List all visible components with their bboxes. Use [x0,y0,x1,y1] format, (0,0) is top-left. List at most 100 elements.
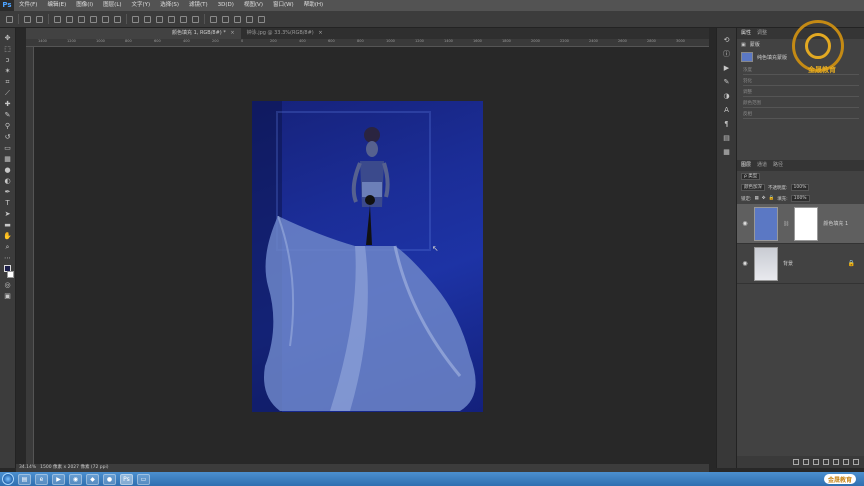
layer-background[interactable]: ◉ 背景 🔒 [737,244,864,284]
align-right-icon[interactable] [114,15,121,23]
screen-mode-icon[interactable]: ▣ [4,292,12,300]
distribute-left-icon[interactable] [168,15,175,23]
paragraph-icon[interactable]: ¶ [723,120,731,128]
eraser-icon[interactable]: ▭ [4,144,12,152]
distribute-bottom-icon[interactable] [156,15,163,23]
distribute-right-icon[interactable] [192,15,199,23]
start-button[interactable] [2,473,14,485]
zoom-icon[interactable]: ⌕ [4,243,12,251]
clone-stamp-icon[interactable]: ⚲ [4,122,12,130]
distribute-middle-icon[interactable] [144,15,151,23]
auto-select-checkbox[interactable] [24,15,31,23]
link-layers-icon[interactable] [793,459,799,465]
healing-brush-icon[interactable]: ✚ [4,100,12,108]
eye-icon[interactable]: ◉ [741,220,749,227]
chrome-icon[interactable]: ◉ [69,473,82,485]
magic-wand-icon[interactable]: ✶ [4,67,12,75]
character-icon[interactable]: A [723,106,731,114]
layer-name[interactable]: 颜色填充 1 [823,220,848,227]
swatches-icon[interactable]: ▦ [723,148,731,156]
layer-filter-select[interactable]: ρ 类型 [741,173,761,180]
path-selection-icon[interactable]: ➤ [4,210,12,218]
eye-icon[interactable]: ◉ [741,260,749,267]
recorder-icon[interactable]: ● [103,473,116,485]
info-icon[interactable]: ⓘ [723,50,731,58]
navigator-icon[interactable]: ▤ [723,134,731,142]
feather-field[interactable]: 羽化 [743,78,859,86]
browser-icon[interactable]: e [35,473,48,485]
align-center-icon[interactable] [102,15,109,23]
blend-mode-select[interactable]: 颜色加深 [741,184,765,191]
explorer-icon[interactable]: ▤ [18,473,31,485]
new-layer-icon[interactable] [843,459,849,465]
move-tool-icon[interactable] [6,15,13,23]
layer-mask-thumbnail[interactable] [794,206,819,241]
3d-rotate-icon[interactable] [210,15,217,23]
history-icon[interactable]: ⟲ [723,36,731,44]
brush-presets-icon[interactable]: ✎ [723,78,731,86]
tab-adjustments[interactable]: 调整 [757,28,767,39]
lasso-icon[interactable]: ↄ [4,56,12,64]
menu-layer[interactable]: 图层(L) [98,0,126,11]
density-field[interactable]: 浓度 [743,67,859,75]
align-top-icon[interactable] [54,15,61,23]
add-mask-icon[interactable] [813,459,819,465]
shape-icon[interactable]: ▬ [4,221,12,229]
align-middle-icon[interactable] [66,15,73,23]
3d-slide-icon[interactable] [246,15,253,23]
3d-scale-icon[interactable] [258,15,265,23]
media-icon[interactable]: ▶ [52,473,65,485]
refine-field[interactable]: 调整 [743,89,859,97]
history-brush-icon[interactable]: ↺ [4,133,12,141]
move-icon[interactable]: ✥ [4,34,12,42]
adjustments-icon[interactable]: ◑ [723,92,731,100]
tab-layers[interactable]: 图层 [741,160,751,171]
close-icon[interactable]: × [318,30,322,36]
gradient-icon[interactable]: ▦ [4,155,12,163]
background-color-swatch[interactable] [7,271,14,278]
menu-image[interactable]: 图像(I) [71,0,98,11]
lock-position-icon[interactable]: ✥ [762,196,766,201]
lock-all-icon[interactable]: 🔒 [769,196,775,201]
menu-filter[interactable]: 滤镜(T) [184,0,213,11]
menu-help[interactable]: 帮助(H) [299,0,328,11]
new-group-icon[interactable] [833,459,839,465]
fill-input[interactable]: 100% [790,195,810,202]
type-icon[interactable]: T [4,199,12,207]
crop-icon[interactable]: ⌗ [4,78,12,86]
hand-icon[interactable]: ✋ [3,232,12,240]
menu-3d[interactable]: 3D(D) [213,0,239,11]
tab-channels[interactable]: 通道 [757,160,767,171]
adjustment-layer-icon[interactable] [823,459,829,465]
tab-color-fill-doc[interactable]: 颜色填充 1, RGB/8#) * × [26,28,241,39]
photoshop-taskbar-icon[interactable]: Ps [120,473,133,485]
align-left-icon[interactable] [90,15,97,23]
window-icon[interactable]: ▭ [137,473,150,485]
menu-file[interactable]: 文件(F) [14,0,42,11]
eyedropper-icon[interactable]: ⟋ [4,89,12,97]
3d-roll-icon[interactable] [222,15,229,23]
more-tools-icon[interactable]: ⋯ [4,254,12,262]
invert-field[interactable]: 反相 [743,111,859,119]
app-icon[interactable]: ◆ [86,473,99,485]
layer-name[interactable]: 背景 [783,260,793,267]
tab-properties[interactable]: 属性 [741,28,751,39]
3d-drag-icon[interactable] [234,15,241,23]
menu-edit[interactable]: 编辑(E) [42,0,71,11]
pen-icon[interactable]: ✒ [4,188,12,196]
actions-icon[interactable]: ▶ [723,64,731,72]
tab-photo-doc[interactable]: 钟泳.jpg @ 33.3%(RGB/8#) × [241,28,329,39]
trash-icon[interactable] [853,459,859,465]
canvas-area[interactable] [34,47,709,464]
blur-icon[interactable]: ● [4,166,12,174]
close-icon[interactable]: × [230,30,234,36]
dodge-icon[interactable]: ◐ [4,177,12,185]
document-image[interactable] [252,101,483,412]
menu-view[interactable]: 视图(V) [239,0,268,11]
opacity-input[interactable]: 100% [790,184,810,191]
lock-pixels-icon[interactable]: ▦ [755,196,759,201]
align-bottom-icon[interactable] [78,15,85,23]
marquee-icon[interactable]: ⬚ [4,45,12,53]
quick-mask-icon[interactable]: ◎ [4,281,12,289]
layer-color-fill[interactable]: ◉ ⛓ 颜色填充 1 [737,204,864,244]
